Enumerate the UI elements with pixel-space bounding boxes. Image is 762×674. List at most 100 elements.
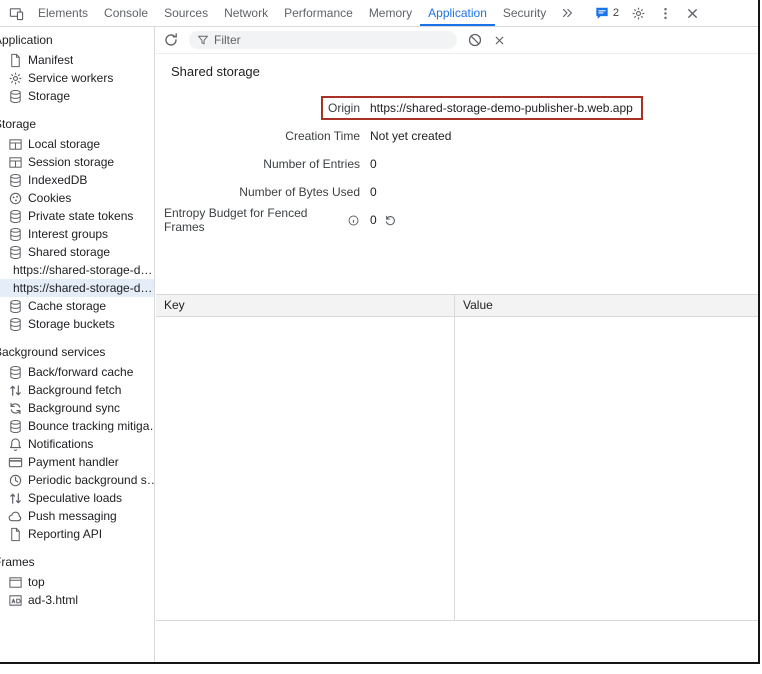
updown-icon (8, 383, 23, 398)
report-row-entropy-budget-for-fenced-frames: Entropy Budget for Fenced Frames0 (156, 206, 758, 234)
database-icon (8, 209, 23, 224)
sidebar-item-local-storage[interactable]: Local storage (0, 135, 154, 153)
sidebar-section-frames: Frames (0, 555, 154, 570)
issues-button[interactable]: 2 (595, 6, 619, 20)
table-body (156, 317, 758, 621)
tab-network[interactable]: Network (216, 0, 276, 26)
frame-icon (8, 575, 23, 590)
tab-memory[interactable]: Memory (361, 0, 420, 26)
frame-ad-icon (8, 593, 23, 608)
tab-security[interactable]: Security (495, 0, 554, 26)
card-icon (8, 455, 23, 470)
sidebar-item-label: Background sync (28, 401, 120, 415)
sidebar-item-label: top (28, 575, 45, 589)
sidebar-item-private-state-tokens[interactable]: Private state tokens (0, 207, 154, 225)
sidebar-item-cookies[interactable]: Cookies (0, 189, 154, 207)
sidebar-item-session-storage[interactable]: Session storage (0, 153, 154, 171)
sidebar-item-service-workers[interactable]: Service workers (0, 69, 154, 87)
sidebar-item-label: Interest groups (28, 227, 108, 241)
tab-performance[interactable]: Performance (276, 0, 361, 26)
sidebar-item-label: Storage buckets (28, 317, 115, 331)
database-icon (8, 365, 23, 380)
database-icon (8, 245, 23, 260)
filter-input[interactable]: Filter (189, 31, 457, 49)
sidebar-item-label: https://shared-storage-d… (13, 263, 152, 277)
sidebar-item-cache-storage[interactable]: Cache storage (0, 297, 154, 315)
sidebar-section-storage: Storage (0, 117, 154, 132)
refresh-icon[interactable] (163, 32, 179, 48)
sidebar-item-label: Notifications (28, 437, 93, 451)
column-header-value[interactable]: Value (455, 295, 758, 316)
sidebar-item-label: Bounce tracking mitiga… (28, 419, 154, 433)
report-row-creation-time: Creation TimeNot yet created (156, 122, 758, 150)
tabbar-right-controls: 2 (595, 0, 700, 26)
report-value-cell: https://shared-storage-demo-publisher-b.… (360, 96, 643, 120)
page-title: Shared storage (171, 64, 758, 82)
report-label: Number of Entries (263, 157, 360, 171)
sidebar-item-label: Cache storage (28, 299, 106, 313)
sidebar-item-bounce-tracking-mitiga[interactable]: Bounce tracking mitiga… (0, 417, 154, 435)
settings-gear-icon[interactable] (631, 6, 646, 21)
report-row-number-of-bytes-used: Number of Bytes Used0 (156, 178, 758, 206)
sidebar-item-label: Back/forward cache (28, 365, 133, 379)
bell-icon (8, 437, 23, 452)
sync-icon (8, 401, 23, 416)
table-icon (8, 155, 23, 170)
database-icon (8, 89, 23, 104)
sidebar-item-periodic-background-s[interactable]: Periodic background s… (0, 471, 154, 489)
report-row-number-of-entries: Number of Entries 0 (156, 150, 758, 178)
sidebar-item-label: IndexedDB (28, 173, 87, 187)
sidebar-item-indexeddb[interactable]: IndexedDB (0, 171, 154, 189)
filter-funnel-icon (197, 34, 209, 46)
sidebar-item-label: Push messaging (28, 509, 117, 523)
sidebar-tree: ApplicationManifestService workersStorag… (0, 33, 154, 609)
sidebar-item-https-shared-storage-d[interactable]: https://shared-storage-d… (0, 261, 154, 279)
report-value: 0 (370, 157, 377, 171)
sidebar-item-label: Background fetch (28, 383, 121, 397)
report-row-origin: Originhttps://shared-storage-demo-publis… (156, 94, 758, 122)
sidebar-section-background-services: Background services (0, 345, 154, 360)
report-label-cell: Creation Time (164, 129, 360, 143)
sidebar-item-background-fetch[interactable]: Background fetch (0, 381, 154, 399)
sidebar-item-payment-handler[interactable]: Payment handler (0, 453, 154, 471)
sidebar-item-notifications[interactable]: Notifications (0, 435, 154, 453)
sidebar-item-storage-buckets[interactable]: Storage buckets (0, 315, 154, 333)
reset-icon[interactable] (384, 214, 397, 227)
sidebar-item-speculative-loads[interactable]: Speculative loads (0, 489, 154, 507)
sidebar-item-ad-3-html[interactable]: ad-3.html (0, 591, 154, 609)
report-label-cell: Number of Bytes Used (164, 185, 360, 199)
sidebar-item-manifest[interactable]: Manifest (0, 51, 154, 69)
database-icon (8, 227, 23, 242)
sidebar-item-label: Shared storage (28, 245, 110, 259)
report-value-cell: 0 (370, 213, 397, 227)
info-icon[interactable] (347, 214, 360, 227)
sidebar-item-shared-storage[interactable]: Shared storage (0, 243, 154, 261)
column-header-key[interactable]: Key (156, 295, 455, 316)
tab-sources[interactable]: Sources (156, 0, 216, 26)
sidebar-item-reporting-api[interactable]: Reporting API (0, 525, 154, 543)
issues-count: 2 (613, 7, 619, 19)
sidebar-item-top[interactable]: top (0, 573, 154, 591)
more-tabs-icon[interactable] (560, 6, 574, 20)
close-icon[interactable] (493, 34, 506, 47)
kebab-menu-icon[interactable] (658, 6, 673, 21)
report-label-cell: Number of Entries (164, 157, 360, 171)
tab-bar: ElementsConsoleSourcesNetworkPerformance… (0, 0, 758, 27)
report-value-cell: 0 (370, 157, 377, 171)
sidebar-item-back-forward-cache[interactable]: Back/forward cache (0, 363, 154, 381)
tab-application[interactable]: Application (420, 0, 495, 26)
tab-console[interactable]: Console (96, 0, 156, 26)
issues-icon (595, 6, 609, 20)
sidebar-item-https-shared-storage-d[interactable]: https://shared-storage-d… (0, 279, 154, 297)
delete-all-icon[interactable] (467, 32, 483, 48)
tab-elements[interactable]: Elements (30, 0, 96, 26)
close-devtools-icon[interactable] (685, 6, 700, 21)
sidebar-item-storage[interactable]: Storage (0, 87, 154, 105)
sidebar-item-label: Service workers (28, 71, 113, 85)
sidebar-item-background-sync[interactable]: Background sync (0, 399, 154, 417)
device-toolbar-icon[interactable] (9, 6, 24, 21)
sidebar-item-interest-groups[interactable]: Interest groups (0, 225, 154, 243)
document-icon (8, 527, 23, 542)
sidebar-item-label: Reporting API (28, 527, 102, 541)
sidebar-item-push-messaging[interactable]: Push messaging (0, 507, 154, 525)
